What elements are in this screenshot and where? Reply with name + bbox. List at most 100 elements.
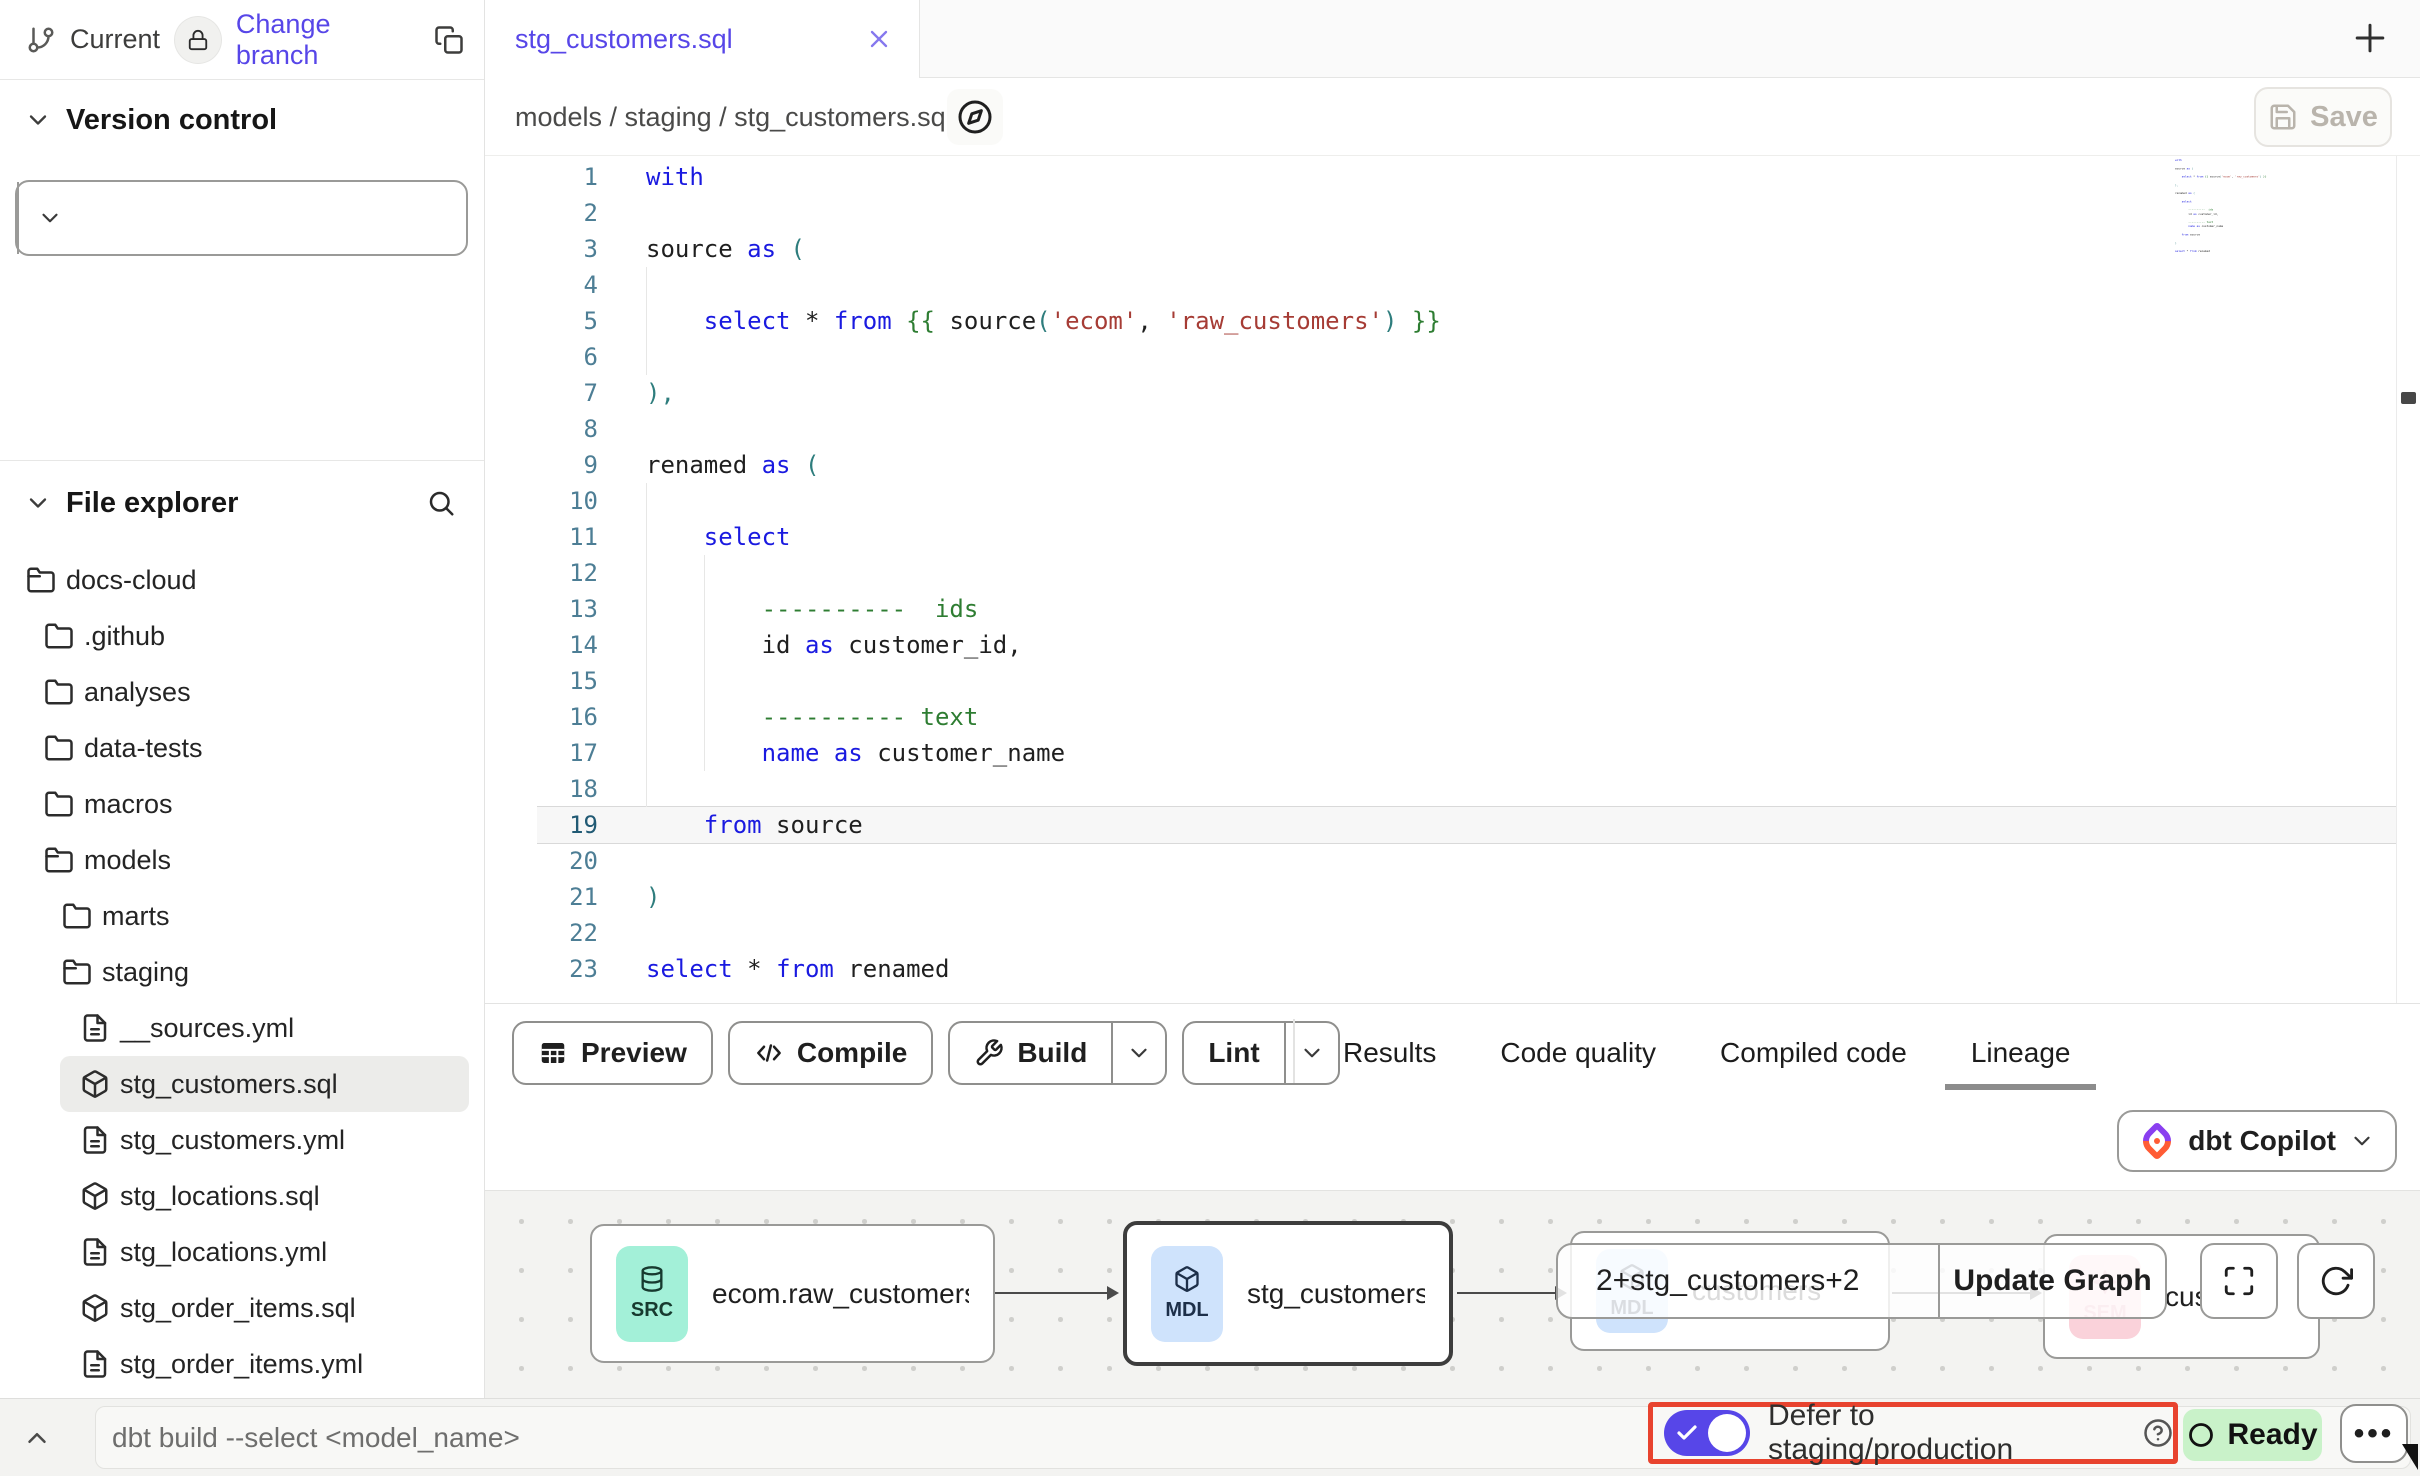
code-lines[interactable]: with source as ( select * from {{ source(… [646, 159, 1441, 987]
sidebar-item-staging[interactable]: staging [42, 944, 469, 1000]
tab-code-quality[interactable]: Code quality [1500, 1037, 1656, 1069]
defer-label: Defer to staging/production [1768, 1399, 2125, 1467]
code-line-23[interactable]: select * from renamed [646, 951, 1441, 987]
ready-label: Ready [2227, 1418, 2317, 1452]
sidebar-item-stg-order-items-sql[interactable]: stg_order_items.sql [60, 1280, 469, 1336]
file-label: marts [102, 901, 170, 932]
code-line-16[interactable]: ---------- text [646, 699, 1441, 735]
scrollbar-thumb[interactable] [2401, 392, 2416, 404]
code-line-6[interactable] [646, 339, 1441, 375]
sidebar-item--sources-yml[interactable]: __sources.yml [60, 1000, 469, 1056]
sidebar-item--github[interactable]: .github [24, 608, 469, 664]
code-line-1[interactable]: with [646, 159, 1441, 195]
change-branch-link[interactable]: Change branch [236, 9, 420, 71]
sidebar-item-stg-order-items-yml[interactable]: stg_order_items.yml [60, 1336, 469, 1392]
code-line-22[interactable] [646, 915, 1441, 951]
code-editor[interactable]: 1234567891011121314151617181920212223 wi… [485, 156, 2420, 1003]
code-line-15[interactable] [646, 663, 1441, 699]
close-icon[interactable] [865, 25, 893, 53]
tab-lineage[interactable]: Lineage [1971, 1037, 2071, 1069]
sidebar-item-stg-customers-sql[interactable]: stg_customers.sql [60, 1056, 469, 1112]
code-line-3[interactable]: source as ( [646, 231, 1441, 267]
version-control-header[interactable]: Version control [0, 82, 508, 158]
code-line-8[interactable] [646, 411, 1441, 447]
build-dropdown[interactable] [1111, 1023, 1165, 1083]
dbt-copilot-button[interactable]: dbt Copilot [2117, 1110, 2397, 1172]
status-bar: dbt build --select <model_name> Defer to… [0, 1398, 2420, 1476]
sidebar-item-stg-customers-yml[interactable]: stg_customers.yml [60, 1112, 469, 1168]
folder-open-icon [26, 565, 56, 595]
new-tab-button[interactable] [2348, 16, 2392, 60]
code-line-10[interactable] [646, 483, 1441, 519]
search-icon[interactable] [426, 488, 456, 518]
tab-compiled-code[interactable]: Compiled code [1720, 1037, 1907, 1069]
code-line-18[interactable] [646, 771, 1441, 807]
wrench-icon [974, 1038, 1004, 1068]
code-line-2[interactable] [646, 195, 1441, 231]
code-line-14[interactable]: id as customer_id, [646, 627, 1441, 663]
save-label: Save [2310, 101, 2378, 134]
code-line-17[interactable]: name as customer_name [646, 735, 1441, 771]
database-icon [638, 1265, 666, 1293]
sidebar-item-marts[interactable]: marts [42, 888, 469, 944]
sidebar: Current Change branch Version control Cr… [0, 0, 485, 1398]
cube-icon [80, 1069, 110, 1099]
folder-icon [44, 733, 74, 763]
folder-open-icon [44, 845, 74, 875]
code-line-12[interactable] [646, 555, 1441, 591]
preview-button[interactable]: Preview [512, 1021, 713, 1085]
lineage-canvas[interactable]: SRC ecom.raw_customers MDL stg_customers… [485, 1190, 2420, 1398]
code-line-7[interactable]: ), [646, 375, 1441, 411]
sidebar-item-data-tests[interactable]: data-tests [24, 720, 469, 776]
create-branch-button[interactable]: Create branch [15, 180, 468, 256]
folder-icon [44, 621, 74, 651]
compile-button[interactable]: Compile [728, 1021, 933, 1085]
lineage-node-source[interactable]: SRC ecom.raw_customers [590, 1224, 995, 1363]
scrollbar-track[interactable] [2396, 156, 2420, 1003]
save-button[interactable]: Save [2254, 87, 2392, 147]
code-line-4[interactable] [646, 267, 1441, 303]
node-label: stg_customers [1247, 1278, 1425, 1310]
build-button[interactable]: Build [948, 1021, 1167, 1085]
tab-stg-customers-sql[interactable]: stg_customers.sql [485, 0, 920, 78]
file-explorer-header[interactable]: File explorer [0, 462, 484, 544]
breadcrumb: models / staging / stg_customers.sql [515, 78, 952, 156]
lint-dropdown[interactable] [1284, 1023, 1338, 1083]
tab-results[interactable]: Results [1343, 1037, 1436, 1069]
toolbar-row: Preview Compile Build Lint Results Code … [485, 1003, 2420, 1100]
minimap[interactable]: withsource as ( select * from {{ source(… [2175, 158, 2293, 262]
lineage-edge [1457, 1292, 1555, 1294]
graph-selector-input[interactable]: 2+stg_customers+2 [1558, 1245, 1938, 1317]
graph-selector-bar: 2+stg_customers+2 Update Graph [1556, 1243, 2167, 1319]
lineage-node-stg-customers[interactable]: MDL stg_customers [1123, 1221, 1453, 1366]
create-branch-dropdown[interactable] [17, 182, 81, 254]
code-line-5[interactable]: select * from {{ source('ecom', 'raw_cus… [646, 303, 1441, 339]
lint-button[interactable]: Lint [1182, 1021, 1339, 1085]
copy-icon[interactable] [434, 25, 464, 55]
sidebar-item-macros[interactable]: macros [24, 776, 469, 832]
update-graph-button[interactable]: Update Graph [1938, 1245, 2165, 1317]
sidebar-item-stg-locations-yml[interactable]: stg_locations.yml [60, 1224, 469, 1280]
sidebar-item-models[interactable]: models [24, 832, 469, 888]
code-line-20[interactable] [646, 843, 1441, 879]
file-label: docs-cloud [66, 565, 197, 596]
tab-title: stg_customers.sql [515, 24, 733, 55]
defer-toggle[interactable] [1664, 1410, 1750, 1456]
code-line-11[interactable]: select [646, 519, 1441, 555]
refresh-button[interactable] [2297, 1243, 2375, 1319]
collapse-panel-button[interactable] [22, 1423, 52, 1453]
file-label: analyses [84, 677, 191, 708]
code-line-23[interactable]: select * from renamed [2175, 249, 2293, 253]
fullscreen-button[interactable] [2200, 1243, 2278, 1319]
code-line-13[interactable]: ---------- ids [646, 591, 1441, 627]
code-line-19[interactable]: from source [646, 807, 1441, 843]
code-line-21[interactable]: ) [646, 879, 1441, 915]
sidebar-item-stg-locations-sql[interactable]: stg_locations.sql [60, 1168, 469, 1224]
sidebar-item-docs-cloud[interactable]: docs-cloud [6, 552, 469, 608]
compass-button[interactable] [947, 89, 1003, 145]
code-line-9[interactable]: renamed as ( [646, 447, 1441, 483]
sidebar-item-analyses[interactable]: analyses [24, 664, 469, 720]
help-icon[interactable] [2143, 1418, 2173, 1448]
more-options-button[interactable]: ••• [2340, 1404, 2408, 1463]
chevron-down-icon [2349, 1128, 2375, 1154]
